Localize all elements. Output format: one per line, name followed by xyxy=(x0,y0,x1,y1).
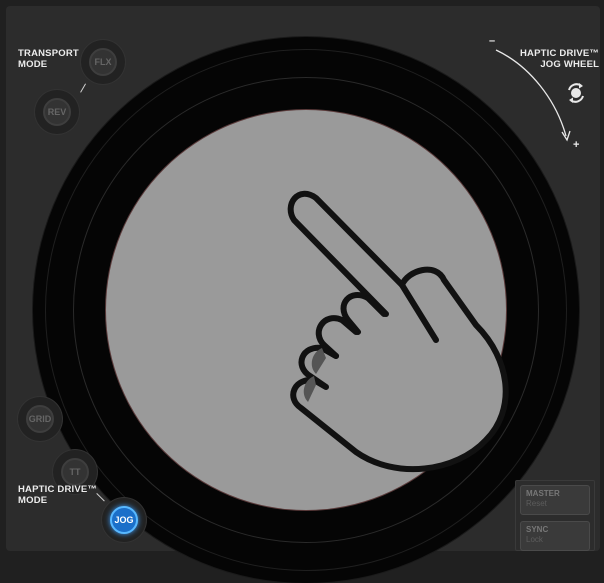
jog-button[interactable]: JOG xyxy=(102,498,146,542)
flx-button[interactable]: FLX xyxy=(81,40,125,84)
haptic-drive-mode-label: HAPTIC DRIVE™ MODE xyxy=(18,484,98,506)
minus-sign: – xyxy=(489,35,496,47)
grid-button-face: GRID xyxy=(26,405,54,433)
master-button-label: MASTER xyxy=(526,489,560,498)
sync-button-label: SYNC xyxy=(526,525,549,534)
hand-touch-icon xyxy=(287,190,509,473)
master-reset-label: Reset xyxy=(526,499,547,508)
rotate-arrows-icon xyxy=(568,83,584,103)
sync-button[interactable]: SYNC Lock xyxy=(520,521,590,551)
rev-button-face: REV xyxy=(43,98,71,126)
sync-lock-label: Lock xyxy=(526,535,543,544)
jog-platter[interactable] xyxy=(106,110,509,510)
rev-button[interactable]: REV xyxy=(35,90,79,134)
master-button[interactable]: MASTER Reset xyxy=(520,485,590,515)
tt-button-face: TT xyxy=(61,458,89,486)
grid-button[interactable]: GRID xyxy=(18,397,62,441)
master-sync-group: MASTER Reset SYNC Lock xyxy=(515,480,595,551)
flx-button-face: FLX xyxy=(89,48,117,76)
transport-mode-label: TRANSPORT MODE xyxy=(18,48,79,70)
jog-button-face: JOG xyxy=(110,506,138,534)
